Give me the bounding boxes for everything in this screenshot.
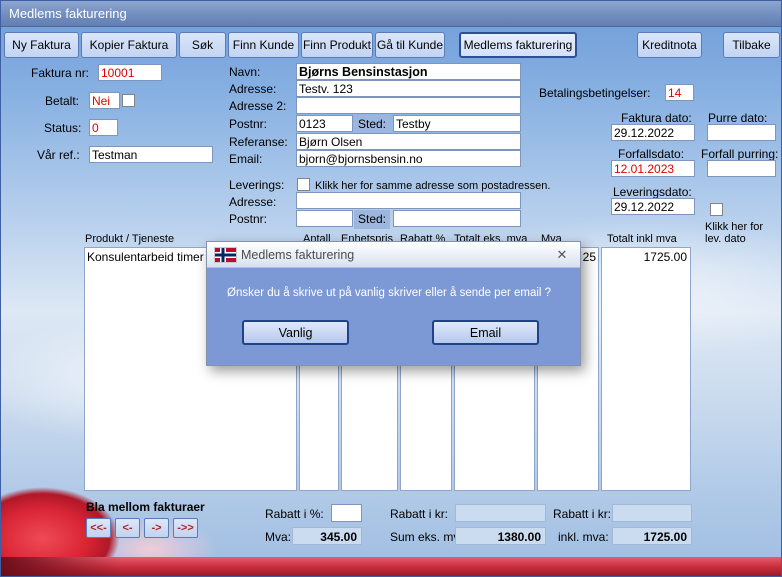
leveringsdato-label: Leveringsdato:: [613, 185, 692, 199]
print-dialog: Medlems fakturering ✕ Ønsker du å skrive…: [206, 241, 581, 366]
toolbar-button-kopier-faktura[interactable]: Kopier Faktura: [81, 32, 177, 58]
purre-dato-label: Purre dato:: [708, 111, 768, 125]
sted-input[interactable]: [393, 115, 521, 132]
faktura-dato-label: Faktura dato:: [621, 111, 692, 125]
print-dialog-title: Medlems fakturering: [241, 248, 355, 262]
header-produkt-tjeneste: Produkt / Tjeneste: [85, 233, 175, 245]
betalt-checkbox[interactable]: [122, 94, 135, 107]
forfall-purring-label: Forfall purring:: [701, 147, 779, 161]
row1-totalt-inkl-mva-cell: 1725.00: [643, 250, 687, 264]
nav-next-invoice-button[interactable]: ->: [144, 518, 169, 538]
rabatt-kr-field-2: [612, 504, 692, 522]
navn-input[interactable]: [296, 63, 521, 80]
adresse2-label: Adresse 2:: [229, 99, 287, 113]
email-label: Email:: [229, 152, 263, 166]
betalt-label: Betalt:: [45, 94, 80, 108]
red-flower-strip: [1, 557, 781, 576]
inkl-mva-label: inkl. mva:: [558, 530, 609, 544]
purre-dato-input[interactable]: [707, 124, 776, 141]
rabatt-kr-field-1: [455, 504, 546, 522]
leverings-label: Leverings:: [229, 178, 285, 192]
delivery-sted-label: Sted:: [354, 210, 391, 229]
inkl-mva-field: 1725.00: [612, 527, 692, 545]
lev-dato-hint: Klikk her for lev. dato: [705, 221, 764, 245]
norway-flag-icon: [215, 248, 236, 262]
var-ref-input[interactable]: [89, 146, 213, 163]
mva-label: Mva:: [265, 530, 292, 544]
toolbar-button-ga-til-kunde[interactable]: Gå til Kunde: [375, 32, 445, 58]
referanse-label: Referanse:: [229, 135, 288, 149]
faktura-nr-label: Faktura nr:: [31, 66, 90, 80]
toolbar-button-sok[interactable]: Søk: [179, 32, 226, 58]
print-dialog-message: Ønsker du å skrive ut på vanlig skriver …: [227, 287, 552, 299]
forfall-purring-input[interactable]: [707, 160, 776, 177]
toolbar-button-finn-produkt[interactable]: Finn Produkt: [301, 32, 373, 58]
window-titlebar[interactable]: Medlems fakturering: [1, 1, 781, 27]
nav-prev-invoice-button[interactable]: <-: [115, 518, 140, 538]
forfallsdato-input[interactable]: [611, 160, 695, 177]
app-window: Medlems fakturering Ny Faktura Kopier Fa…: [0, 0, 782, 577]
nav-last-invoice-button[interactable]: ->>: [173, 518, 198, 538]
window-title: Medlems fakturering: [9, 6, 127, 21]
sum-eks-mva-field: 1380.00: [455, 527, 546, 545]
sted-label: Sted:: [354, 115, 391, 134]
betalt-input[interactable]: [89, 92, 120, 109]
toolbar-button-kreditnota[interactable]: Kreditnota: [637, 32, 702, 58]
navn-label: Navn:: [229, 65, 261, 79]
delivery-adresse-input[interactable]: [296, 192, 521, 209]
email-button[interactable]: Email: [432, 320, 539, 345]
betalingsbetingelser-label: Betalingsbetingelser:: [539, 86, 651, 100]
browse-label: Bla mellom fakturaer: [86, 500, 205, 514]
row1-produkt-cell: Konsulentarbeid timer: [87, 250, 204, 264]
forfallsdato-label: Forfallsdato:: [618, 147, 685, 161]
faktura-dato-input[interactable]: [611, 124, 695, 141]
delivery-postnr-label: Postnr:: [229, 212, 268, 226]
leveringsdato-input[interactable]: [611, 198, 695, 215]
toolbar-button-ny-faktura[interactable]: Ny Faktura: [4, 32, 79, 58]
adresse-label: Adresse:: [229, 82, 277, 96]
delivery-adresse-label: Adresse:: [229, 195, 277, 209]
postnr-input[interactable]: [296, 115, 353, 132]
vanlig-button[interactable]: Vanlig: [242, 320, 349, 345]
referanse-input[interactable]: [296, 133, 521, 150]
rabatt-kr-label-1: Rabatt i kr:: [390, 507, 449, 521]
betalingsbetingelser-input[interactable]: [665, 84, 694, 101]
toolbar-button-tilbake[interactable]: Tilbake: [723, 32, 780, 58]
delivery-postnr-input[interactable]: [296, 210, 353, 227]
rabatt-pct-label: Rabatt i %:: [265, 507, 324, 521]
rabatt-kr-label-2: Rabatt i kr:: [553, 507, 612, 521]
header-totalt-inkl-mva: Totalt inkl mva: [607, 233, 677, 245]
adresse-input[interactable]: [296, 80, 521, 97]
email-input[interactable]: [296, 150, 521, 167]
print-dialog-titlebar[interactable]: Medlems fakturering ✕: [207, 242, 580, 268]
adresse2-input[interactable]: [296, 97, 521, 114]
status-label: Status:: [44, 121, 82, 135]
faktura-nr-input[interactable]: [98, 64, 162, 81]
same-address-checkbox[interactable]: [297, 178, 310, 191]
postnr-label: Postnr:: [229, 117, 268, 131]
toolbar-button-medlems-fakturering[interactable]: Medlems fakturering: [459, 32, 577, 58]
column-totalt-inkl-mva[interactable]: [601, 247, 691, 491]
same-address-hint: Klikk her for samme adresse som postadre…: [315, 180, 551, 192]
delivery-sted-input[interactable]: [393, 210, 521, 227]
rabatt-pct-input[interactable]: [331, 504, 362, 522]
close-icon[interactable]: ✕: [553, 246, 571, 264]
var-ref-label: Vår ref.:: [37, 148, 80, 162]
nav-first-invoice-button[interactable]: <<-: [86, 518, 111, 538]
status-input[interactable]: [89, 119, 118, 136]
mva-field: 345.00: [292, 527, 362, 545]
lev-dato-checkbox[interactable]: [710, 203, 723, 216]
toolbar-button-finn-kunde[interactable]: Finn Kunde: [228, 32, 299, 58]
